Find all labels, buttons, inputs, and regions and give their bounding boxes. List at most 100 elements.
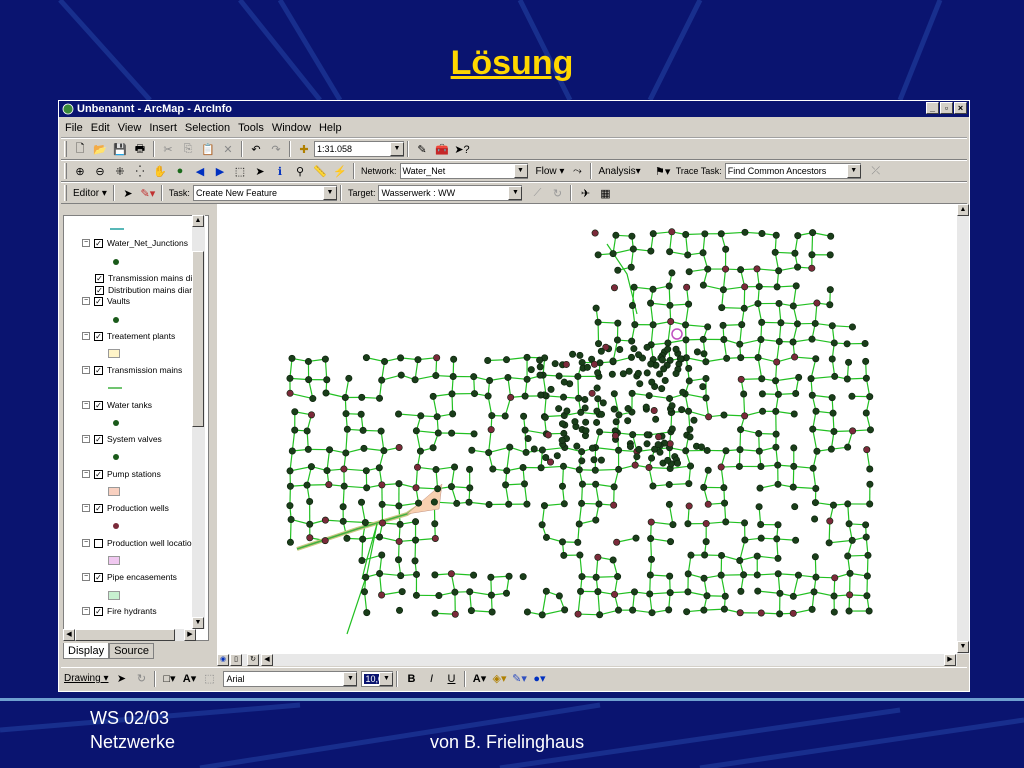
menu-tools[interactable]: Tools <box>234 122 268 134</box>
font-color-icon[interactable]: A ▾ <box>470 670 488 688</box>
toc-vertical-scrollbar[interactable]: ▲ ▼ <box>192 215 205 629</box>
flow-menu[interactable]: Flow ▾ <box>536 166 565 177</box>
pan-hand-icon[interactable]: ✋ <box>151 162 169 180</box>
rectangle-icon[interactable]: □▾ <box>160 670 178 688</box>
tab-display[interactable]: Display <box>63 643 110 659</box>
toc-layer-row[interactable]: − ✓ System valves <box>82 434 162 444</box>
map-display[interactable] <box>217 204 957 654</box>
collapse-icon[interactable]: − <box>82 332 90 340</box>
paste-icon[interactable]: 📋 <box>199 140 217 158</box>
save-icon[interactable]: 💾 <box>111 140 129 158</box>
delete-icon[interactable]: ✕ <box>219 140 237 158</box>
toc-layer-row[interactable]: − ✓ Pump stations <box>82 469 161 479</box>
new-document-icon[interactable]: 🗋 <box>71 140 89 158</box>
checkbox[interactable]: ✓ <box>95 273 104 283</box>
scroll-thumb[interactable] <box>75 629 175 641</box>
toc-layer-row[interactable]: − ✓ Transmission mains <box>82 365 182 375</box>
zoom-out-icon[interactable]: ⊖ <box>91 162 109 180</box>
line-color-icon[interactable]: ✎▾ <box>510 670 528 688</box>
scroll-up-icon[interactable]: ▲ <box>192 215 204 227</box>
collapse-icon[interactable]: − <box>82 435 90 443</box>
select-features-icon[interactable]: ⬚ <box>231 162 249 180</box>
fixed-zoom-in-icon[interactable]: ⁜ <box>111 162 129 180</box>
chevron-down-icon[interactable]: ▼ <box>508 186 523 200</box>
refresh-icon[interactable]: ↻ <box>247 654 259 666</box>
checkbox[interactable]: ✓ <box>94 331 103 341</box>
new-text-icon[interactable]: A ▾ <box>180 670 198 688</box>
redo-icon[interactable]: ↷ <box>267 140 285 158</box>
editor-menu[interactable]: Editor ▾ <box>73 188 107 199</box>
scroll-thumb[interactable] <box>192 251 204 427</box>
back-arrow-icon[interactable]: ◀ <box>191 162 209 180</box>
tab-source[interactable]: Source <box>109 643 154 659</box>
checkbox[interactable]: ✓ <box>94 365 103 375</box>
toc-layer-row[interactable]: − Production well locatio <box>82 538 192 548</box>
menu-file[interactable]: File <box>61 122 87 134</box>
checkbox[interactable] <box>94 538 103 548</box>
scroll-down-icon[interactable]: ▼ <box>957 641 969 653</box>
network-combo[interactable]: Water_Net ▼ <box>399 163 528 179</box>
toc-layer-row[interactable]: ✓ Distribution mains diar <box>95 285 192 295</box>
zoom-in-icon[interactable]: ⊕ <box>71 162 89 180</box>
toc-layer-row[interactable]: − ✓ Production wells <box>82 503 169 513</box>
open-folder-icon[interactable]: 📂 <box>91 140 109 158</box>
font-size-combo[interactable]: 10,0 ▼ <box>361 670 394 687</box>
menu-window[interactable]: Window <box>268 122 315 134</box>
menu-help[interactable]: Help <box>315 122 346 134</box>
task-combo[interactable]: Create New Feature ▼ <box>192 185 337 201</box>
menu-view[interactable]: View <box>114 122 146 134</box>
collapse-icon[interactable]: − <box>82 504 90 512</box>
analysis-menu[interactable]: Analysis▾ <box>598 166 640 177</box>
drawing-menu[interactable]: Drawing ▾ <box>64 673 108 684</box>
hyperlink-icon[interactable]: ⚡ <box>331 162 349 180</box>
underline-icon[interactable]: U <box>442 670 460 688</box>
edit-tool-icon[interactable]: ➤ <box>119 184 137 202</box>
find-binoculars-icon[interactable]: ⚲ <box>291 162 309 180</box>
chevron-down-icon[interactable]: ▼ <box>343 671 358 686</box>
chevron-down-icon[interactable]: ▼ <box>322 186 337 200</box>
toc-layer-row[interactable]: − ✓ Vaults <box>82 296 130 306</box>
checkbox[interactable]: ✓ <box>95 285 104 295</box>
cut-icon[interactable]: ✂ <box>159 140 177 158</box>
collapse-icon[interactable]: − <box>82 297 90 305</box>
toolbar-grip[interactable] <box>64 163 67 179</box>
checkbox[interactable]: ✓ <box>94 503 103 513</box>
data-view-icon[interactable]: ◉ <box>217 654 229 666</box>
menu-insert[interactable]: Insert <box>145 122 181 134</box>
trace-task-combo[interactable]: Find Common Ancestors ▼ <box>724 163 861 179</box>
title-bar[interactable]: Unbenannt - ArcMap - ArcInfo _ ▫ × <box>59 101 969 117</box>
arctoolbox-icon[interactable]: 🧰 <box>433 140 451 158</box>
menu-edit[interactable]: Edit <box>87 122 114 134</box>
chevron-down-icon[interactable]: ▼ <box>379 671 394 686</box>
attributes-icon[interactable]: ▦ <box>596 184 614 202</box>
copy-icon[interactable]: ⎘ <box>179 140 197 158</box>
checkbox[interactable]: ✓ <box>94 400 103 410</box>
collapse-icon[interactable]: − <box>82 607 90 615</box>
toolbar-grip[interactable] <box>64 185 67 201</box>
checkbox[interactable]: ✓ <box>94 296 103 306</box>
identify-icon[interactable]: ℹ <box>271 162 289 180</box>
water-network-map[interactable] <box>217 204 957 654</box>
scroll-right-icon[interactable]: ▶ <box>184 629 196 641</box>
fixed-zoom-out-icon[interactable]: ⁛ <box>131 162 149 180</box>
bold-icon[interactable]: B <box>402 670 420 688</box>
chevron-down-icon[interactable]: ▼ <box>390 142 404 156</box>
collapse-icon[interactable]: − <box>82 470 90 478</box>
collapse-icon[interactable]: − <box>82 401 90 409</box>
flow-direction-icon[interactable]: ⤳ <box>568 162 586 180</box>
checkbox[interactable]: ✓ <box>94 434 103 444</box>
scroll-down-icon[interactable]: ▼ <box>192 617 204 629</box>
scroll-right-icon[interactable]: ▶ <box>944 654 956 666</box>
rotate-tool-icon[interactable]: ↻ <box>548 184 566 202</box>
checkbox[interactable]: ✓ <box>94 572 103 582</box>
scroll-up-icon[interactable]: ▲ <box>957 204 969 216</box>
add-data-icon[interactable]: ✚ <box>295 140 313 158</box>
full-extent-globe-icon[interactable]: ● <box>171 162 189 180</box>
toc-horizontal-scrollbar[interactable]: ◀ ▶ <box>63 629 196 641</box>
flag-tool-icon[interactable]: ⚑▾ <box>654 162 672 180</box>
toc-layer-row[interactable]: − ✓ Pipe encasements <box>82 572 177 582</box>
map-horizontal-scrollbar[interactable]: ◉ ▯ ↻ ◀ ▶ <box>217 654 957 666</box>
toc-layer-row[interactable]: − ✓ Water_Net_Junctions <box>82 238 188 248</box>
sketch-properties-icon[interactable]: ✈ <box>576 184 594 202</box>
layout-view-icon[interactable]: ▯ <box>230 654 242 666</box>
